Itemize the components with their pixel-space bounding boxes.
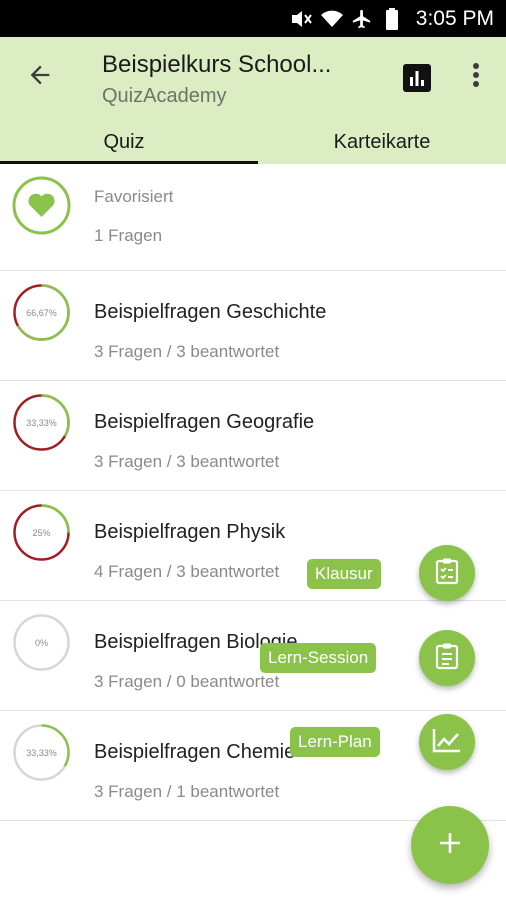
- bar-chart-icon: [402, 64, 432, 97]
- status-time: 3:05 PM: [415, 6, 494, 30]
- favorites-count: 1 Fragen: [94, 226, 163, 245]
- lern-plan-button[interactable]: [419, 714, 475, 770]
- quiz-meta: 4 Fragen / 3 beantwortet: [94, 562, 280, 581]
- quiz-title: Beispielfragen Geografie: [94, 411, 315, 433]
- list-item[interactable]: 66,67% Beispielfragen Geschichte 3 Frage…: [0, 271, 506, 381]
- progress-percent: 33,33%: [26, 417, 57, 428]
- status-bar: 3:05 PM: [0, 0, 506, 37]
- more-options-button[interactable]: [464, 61, 488, 93]
- wifi-icon: [320, 7, 344, 31]
- progress-percent: 66,67%: [26, 307, 57, 318]
- page-title: Beispielkurs School...: [102, 51, 332, 78]
- favorites-row[interactable]: Favorisiert 1 Fragen: [0, 164, 506, 271]
- tab-karteikarte[interactable]: Karteikarte: [258, 121, 506, 164]
- quiz-title: Beispielfragen Geschichte: [94, 301, 327, 323]
- tab-quiz[interactable]: Quiz: [0, 121, 258, 164]
- add-button[interactable]: [411, 806, 489, 884]
- quiz-meta: 3 Fragen / 0 beantwortet: [94, 672, 280, 691]
- mute-icon: [290, 7, 314, 31]
- tab-karteikarte-label: Karteikarte: [333, 131, 431, 153]
- lern-plan-label[interactable]: Lern-Plan: [290, 727, 380, 757]
- clipboard-checklist-icon: [434, 557, 460, 590]
- progress-percent: 33,33%: [26, 747, 57, 758]
- back-button[interactable]: [22, 59, 58, 95]
- clipboard-list-icon: [434, 642, 460, 675]
- more-vert-icon: [472, 62, 480, 93]
- page-subtitle: QuizAcademy: [102, 85, 227, 107]
- quiz-meta: 3 Fragen / 3 beantwortet: [94, 452, 280, 471]
- list-item[interactable]: 33,33% Beispielfragen Geografie 3 Fragen…: [0, 381, 506, 491]
- lern-session-button[interactable]: [419, 630, 475, 686]
- progress-percent: 25%: [32, 527, 51, 538]
- quiz-title: Beispielfragen Chemie: [94, 741, 296, 763]
- plus-icon: [438, 831, 462, 860]
- heart-icon: [12, 176, 71, 235]
- battery-icon: [380, 7, 404, 31]
- quiz-meta: 3 Fragen / 3 beantwortet: [94, 342, 280, 361]
- quiz-title: Beispielfragen Physik: [94, 521, 286, 543]
- tab-bar: Quiz Karteikarte: [0, 121, 506, 164]
- lern-session-label[interactable]: Lern-Session: [260, 643, 377, 673]
- klausur-label[interactable]: Klausur: [307, 559, 381, 589]
- progress-percent: 0%: [34, 637, 48, 648]
- airplane-icon: [350, 7, 374, 31]
- tab-quiz-label: Quiz: [103, 131, 145, 153]
- favorites-label: Favorisiert: [94, 187, 174, 206]
- arrow-back-icon: [26, 61, 54, 94]
- quiz-meta: 3 Fragen / 1 beantwortet: [94, 782, 280, 801]
- statistics-button[interactable]: [402, 63, 432, 93]
- app-bar: Beispielkurs School... QuizAcademy Quiz …: [0, 37, 506, 164]
- trending-chart-icon: [432, 727, 462, 758]
- klausur-button[interactable]: [419, 545, 475, 601]
